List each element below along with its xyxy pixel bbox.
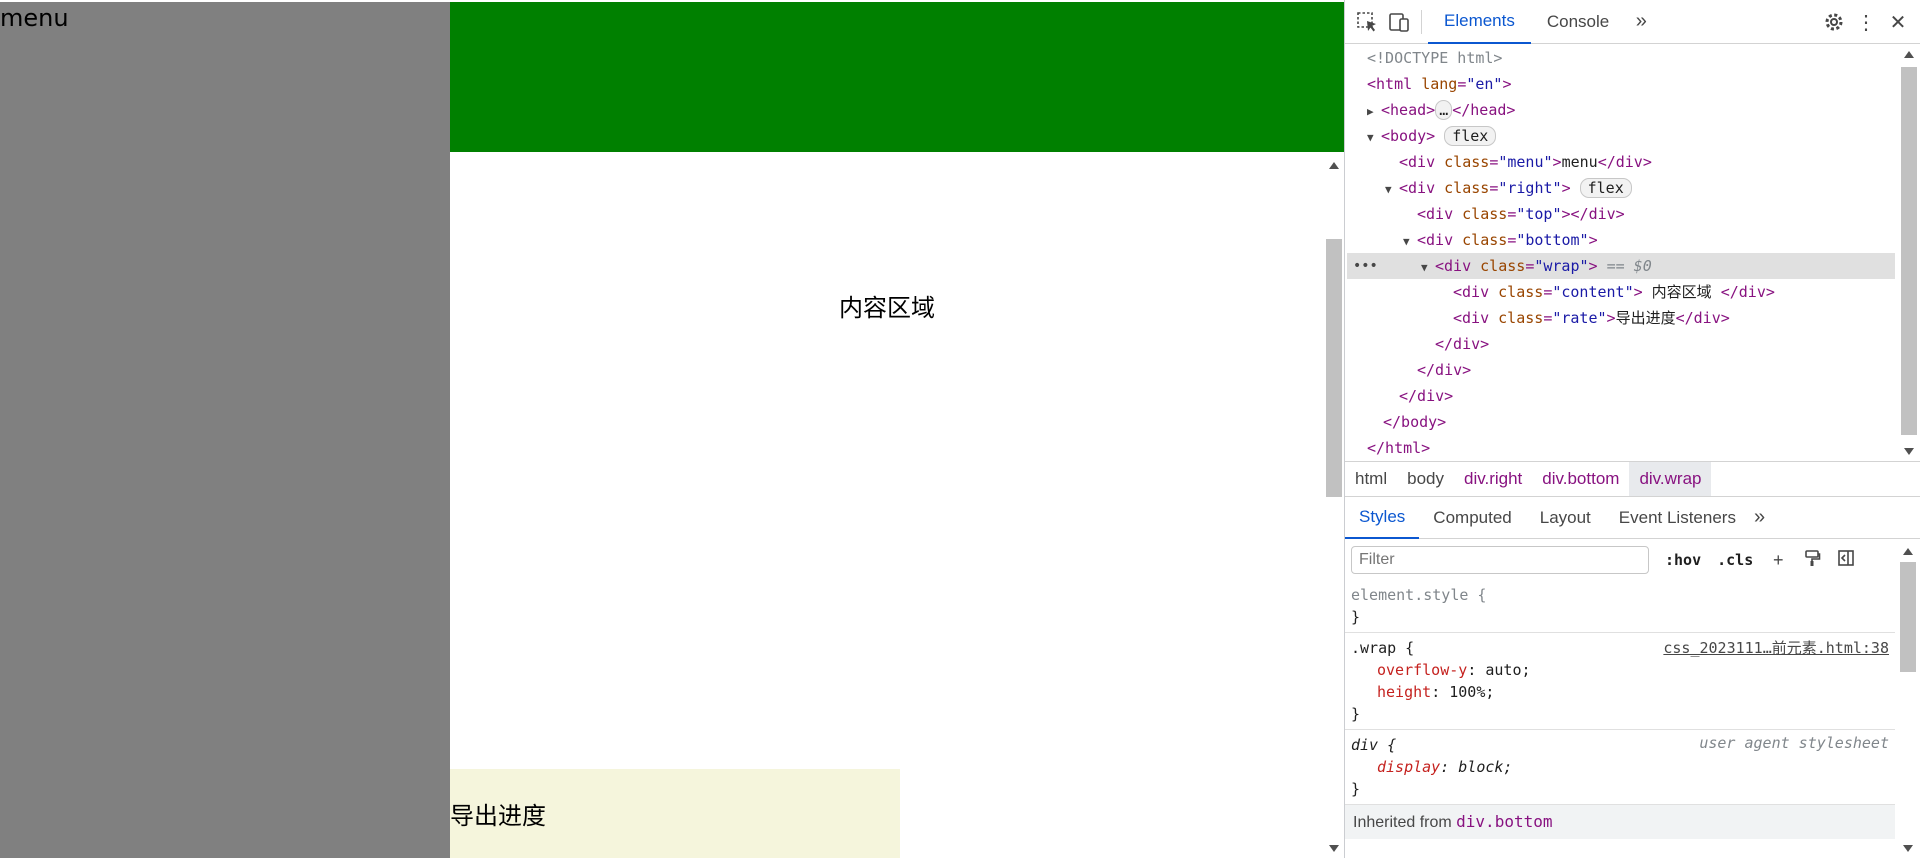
hov-button[interactable]: :hov: [1657, 551, 1709, 569]
elements-scrollbar[interactable]: [1895, 45, 1920, 461]
rule-property: display: block;: [1377, 758, 1513, 776]
body-close-node[interactable]: </body>: [1383, 409, 1446, 435]
inherited-from-link[interactable]: div.bottom: [1456, 812, 1552, 831]
more-actions-icon[interactable]: •••: [1353, 253, 1378, 279]
inherited-header: Inherited from div.bottom: [1345, 805, 1895, 839]
rule-close: }: [1351, 705, 1361, 723]
kebab-menu-icon[interactable]: ⋮: [1850, 6, 1882, 38]
div-ua-rule[interactable]: div { user agent stylesheet display: blo…: [1345, 730, 1895, 805]
rate-text: 导出进度: [450, 802, 546, 830]
styles-scrollbar[interactable]: [1894, 540, 1920, 858]
more-tabs-chevron-icon[interactable]: »: [1625, 6, 1657, 38]
top-green-bar: [450, 2, 1344, 152]
scroll-up-arrow-icon[interactable]: [1329, 162, 1339, 169]
scroll-thumb[interactable]: [1900, 562, 1916, 672]
ellipsis-badge[interactable]: …: [1435, 100, 1453, 120]
menu-text: menu: [0, 4, 69, 32]
body-node[interactable]: ▼ <body> flex: [1367, 123, 1497, 151]
scroll-thumb[interactable]: [1901, 67, 1917, 435]
tab-styles[interactable]: Styles: [1345, 497, 1420, 539]
toggle-sidebar-icon[interactable]: [1829, 549, 1863, 572]
scroll-up-arrow-icon[interactable]: [1904, 51, 1914, 58]
scroll-thumb[interactable]: [1326, 239, 1342, 497]
wrap-close-node[interactable]: </div>: [1435, 331, 1489, 357]
elements-tree: <!DOCTYPE html> <html lang="en"> ▶ <head>…: [1345, 45, 1920, 461]
menu-panel: menu: [0, 2, 450, 858]
devtools-toolbar: Elements Console » ⋮ ✕: [1345, 0, 1920, 44]
scroll-down-arrow-icon[interactable]: [1904, 448, 1914, 455]
collapse-triangle-icon[interactable]: ▼: [1421, 255, 1435, 281]
styles-rules: element.style { } .wrap { css_2023111…前元…: [1345, 580, 1895, 858]
rule-property[interactable]: height: 100%;: [1351, 681, 1889, 703]
device-toolbar-icon[interactable]: [1383, 6, 1415, 38]
content-text: 内容区域: [839, 293, 935, 322]
tab-event-listeners[interactable]: Event Listeners: [1605, 497, 1750, 539]
right-div-node[interactable]: ▼ <div class="right"> flex: [1385, 175, 1632, 201]
breadcrumb: html body div.right div.bottom div.wrap: [1345, 461, 1920, 497]
element-style-rule[interactable]: element.style { }: [1345, 580, 1895, 633]
wrap-div-node[interactable]: ••• ▼ <div class="wrap"> == $0: [1347, 253, 1895, 279]
export-progress: 导出进度: [450, 769, 900, 858]
rule-selector: element.style {: [1351, 586, 1487, 604]
bottom-area[interactable]: 内容区域 导出进度: [450, 152, 1344, 858]
rule-close: }: [1351, 608, 1361, 626]
content-area: 内容区域: [450, 152, 1324, 768]
right-close-node[interactable]: </div>: [1399, 383, 1453, 409]
add-rule-icon[interactable]: +: [1761, 550, 1795, 571]
close-icon[interactable]: ✕: [1882, 6, 1914, 38]
breadcrumb-html[interactable]: html: [1345, 462, 1397, 496]
doctype-node[interactable]: <!DOCTYPE html>: [1367, 45, 1502, 71]
collapse-triangle-icon[interactable]: ▼: [1367, 125, 1381, 151]
more-tabs-chevron-icon[interactable]: »: [1750, 497, 1769, 539]
rule-property[interactable]: overflow-y: auto;: [1351, 659, 1889, 681]
scroll-up-arrow-icon[interactable]: [1903, 548, 1913, 555]
tab-layout[interactable]: Layout: [1526, 497, 1605, 539]
html-node[interactable]: <html lang="en">: [1367, 71, 1512, 97]
tab-computed[interactable]: Computed: [1419, 497, 1525, 539]
cls-button[interactable]: .cls: [1709, 551, 1761, 569]
filter-input[interactable]: [1351, 546, 1649, 574]
collapse-triangle-icon[interactable]: ▼: [1385, 177, 1399, 203]
inspect-element-icon[interactable]: [1351, 6, 1383, 38]
bottom-close-node[interactable]: </div>: [1417, 357, 1471, 383]
flex-badge[interactable]: flex: [1444, 126, 1497, 146]
expand-triangle-icon[interactable]: ▶: [1367, 99, 1381, 125]
wrap-rule[interactable]: .wrap { css_2023111…前元素.html:38 overflow…: [1345, 633, 1895, 730]
ua-stylesheet-label: user agent stylesheet: [1699, 734, 1889, 752]
rule-close: }: [1351, 780, 1361, 798]
rate-div-node[interactable]: <div class="rate">导出进度</div>: [1453, 305, 1730, 331]
styles-tab-bar: Styles Computed Layout Event Listeners »: [1345, 497, 1920, 539]
breadcrumb-div-wrap[interactable]: div.wrap: [1629, 462, 1712, 496]
toolbar-separator: [1421, 9, 1422, 34]
rule-source-link[interactable]: css_2023111…前元素.html:38: [1663, 637, 1889, 658]
collapse-triangle-icon[interactable]: ▼: [1403, 229, 1417, 255]
breadcrumb-div-right[interactable]: div.right: [1454, 462, 1532, 496]
menu-div-node[interactable]: <div class="menu">menu</div>: [1399, 149, 1652, 175]
inspected-page: menu 内容区域 导出进度: [0, 0, 1344, 858]
tab-console[interactable]: Console: [1531, 0, 1625, 44]
top-div-node[interactable]: <div class="top"></div>: [1417, 201, 1625, 227]
tab-elements[interactable]: Elements: [1428, 0, 1531, 44]
devtools-panel: Elements Console » ⋮ ✕ <!DOCTYPE html> <…: [1344, 0, 1920, 858]
head-node[interactable]: ▶ <head>… </head>: [1367, 97, 1515, 123]
paint-brush-icon[interactable]: [1795, 549, 1829, 572]
bottom-div-node[interactable]: ▼ <div class="bottom">: [1403, 227, 1598, 253]
content-div-node[interactable]: <div class="content"> 内容区域 </div>: [1453, 279, 1775, 305]
scroll-down-arrow-icon[interactable]: [1329, 845, 1339, 852]
wrap-scrollbar[interactable]: [1324, 152, 1344, 858]
settings-gear-icon[interactable]: [1818, 6, 1850, 38]
html-close-node[interactable]: </html>: [1367, 435, 1430, 461]
styles-filter-row: :hov .cls +: [1345, 540, 1895, 580]
breadcrumb-div-bottom[interactable]: div.bottom: [1532, 462, 1629, 496]
breadcrumb-body[interactable]: body: [1397, 462, 1454, 496]
scroll-down-arrow-icon[interactable]: [1903, 845, 1913, 852]
flex-badge[interactable]: flex: [1579, 178, 1632, 198]
